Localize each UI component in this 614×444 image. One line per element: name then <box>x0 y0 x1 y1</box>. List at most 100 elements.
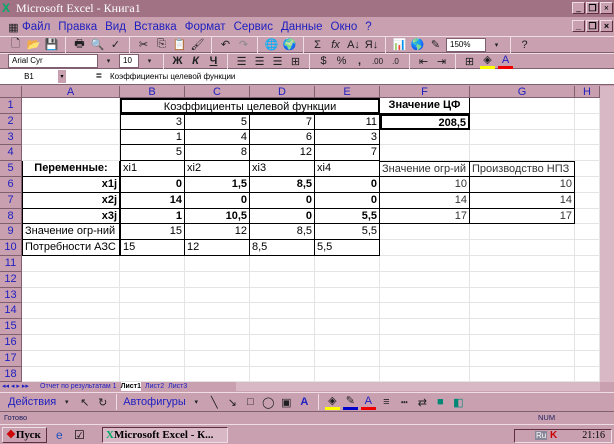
cell-C11[interactable] <box>185 256 250 272</box>
chevron-down-icon[interactable]: ▾ <box>101 54 116 69</box>
arrow-icon[interactable]: ↘ <box>225 395 240 410</box>
cell-F5[interactable]: Значение огр-ий <box>380 161 470 177</box>
italic-button[interactable]: К <box>188 54 203 69</box>
spelling-icon[interactable]: ✓ <box>108 37 123 52</box>
cell-A12[interactable] <box>22 271 120 288</box>
vertical-scrollbar[interactable] <box>600 86 614 382</box>
chevron-down-icon[interactable]: ▾ <box>59 395 74 410</box>
cell-H18[interactable] <box>575 366 600 382</box>
row-header-8[interactable]: 8 <box>0 208 22 225</box>
cell-F15[interactable] <box>380 319 470 335</box>
cell-C5[interactable]: xi2 <box>185 161 250 177</box>
cell-C12[interactable] <box>185 271 250 288</box>
cell-B7[interactable]: 14 <box>120 192 185 209</box>
dash-style-icon[interactable]: ┅ <box>397 395 412 410</box>
decrease-decimal-icon[interactable]: .0 <box>388 54 403 69</box>
cell-G13[interactable] <box>470 287 575 304</box>
function-icon[interactable]: fx <box>328 37 343 52</box>
cell-A10[interactable]: Потребности АЗС <box>22 240 120 256</box>
line-icon[interactable]: ╲ <box>207 395 222 410</box>
hyperlink-icon[interactable]: 🌐 <box>264 37 279 52</box>
cell-D4[interactable]: 12 <box>250 145 315 162</box>
row-header-14[interactable]: 14 <box>0 303 22 320</box>
close-button[interactable]: × <box>600 2 613 14</box>
cell-F16[interactable] <box>380 335 470 351</box>
font-color-icon[interactable]: A <box>360 395 376 410</box>
help-icon[interactable]: ? <box>517 37 532 52</box>
column-header-G[interactable]: G <box>470 86 575 98</box>
cell-G11[interactable] <box>470 256 575 272</box>
restore-button[interactable]: ❐ <box>586 2 599 14</box>
decrease-indent-icon[interactable]: ⇤ <box>416 54 431 69</box>
map-icon[interactable]: 🌎 <box>410 37 425 52</box>
cell-F11[interactable] <box>380 256 470 272</box>
cell-A17[interactable] <box>22 350 120 367</box>
chevron-down-icon[interactable]: ▾ <box>189 395 204 410</box>
cell-B14[interactable] <box>120 303 185 320</box>
cell-D5[interactable]: xi3 <box>250 161 315 177</box>
cell-F13[interactable] <box>380 287 470 304</box>
autosum-icon[interactable]: Σ <box>310 37 325 52</box>
borders-icon[interactable]: ⊞ <box>462 54 477 69</box>
cell-C18[interactable] <box>185 366 250 382</box>
cell-B4[interactable]: 5 <box>120 145 185 162</box>
minimize-button[interactable]: _ <box>572 2 585 14</box>
workbook-icon[interactable]: ▦ <box>6 20 21 35</box>
cell-G1[interactable] <box>470 98 575 114</box>
cell-G3[interactable] <box>470 129 575 146</box>
cell-F3[interactable] <box>380 129 470 146</box>
cell-F12[interactable] <box>380 271 470 288</box>
cell-E15[interactable] <box>315 319 380 335</box>
sheet-tab[interactable]: Лист2 <box>145 382 164 391</box>
cell-G10[interactable] <box>470 240 575 256</box>
column-header-D[interactable]: D <box>250 86 315 98</box>
cell-H13[interactable] <box>575 287 600 304</box>
cell-D8[interactable]: 0 <box>250 208 315 225</box>
wordart-icon[interactable]: A <box>297 395 312 410</box>
cell-D17[interactable] <box>250 350 315 367</box>
row-header-5[interactable]: 5 <box>0 161 22 177</box>
row-header-13[interactable]: 13 <box>0 287 22 304</box>
cell-F10[interactable] <box>380 240 470 256</box>
currency-icon[interactable]: $ <box>316 54 331 69</box>
cell-A13[interactable] <box>22 287 120 304</box>
cell-B9[interactable]: 15 <box>120 224 185 241</box>
cell-D18[interactable] <box>250 366 315 382</box>
cell-B16[interactable] <box>120 335 185 351</box>
cell-A9[interactable]: Значение огр-ний <box>22 224 120 241</box>
cell-E4[interactable]: 7 <box>315 145 380 162</box>
cell-H17[interactable] <box>575 350 600 367</box>
row-header-9[interactable]: 9 <box>0 224 22 241</box>
menu-item[interactable]: Сервис <box>234 21 273 33</box>
sort-desc-icon[interactable]: Я↓ <box>364 37 379 52</box>
cell-C3[interactable]: 4 <box>185 129 250 146</box>
spreadsheet-grid[interactable]: A B C D E F G H 1 Коэффициенты целевой функции Зна… <box>0 86 600 382</box>
row-header-15[interactable]: 15 <box>0 319 22 335</box>
horizontal-scrollbar[interactable] <box>236 382 600 391</box>
actions-menu[interactable]: Действия <box>8 396 56 408</box>
cell-C15[interactable] <box>185 319 250 335</box>
cell-A4[interactable] <box>22 145 120 162</box>
cell-A8[interactable]: x3j <box>22 208 120 225</box>
menu-item[interactable]: Окно <box>331 21 358 33</box>
sheet-tab[interactable]: Лист3 <box>168 382 187 391</box>
language-indicator[interactable]: Ru <box>535 431 548 440</box>
column-header-C[interactable]: C <box>185 86 250 98</box>
cell-G14[interactable] <box>470 303 575 320</box>
desktop-icon[interactable]: ☑ <box>74 428 85 442</box>
cell-E17[interactable] <box>315 350 380 367</box>
line-color-icon[interactable]: ✎ <box>342 395 358 410</box>
cell-G12[interactable] <box>470 271 575 288</box>
cell-H14[interactable] <box>575 303 600 320</box>
cell-G18[interactable] <box>470 366 575 382</box>
menu-item[interactable]: Формат <box>185 21 226 33</box>
cell-B18[interactable] <box>120 366 185 382</box>
row-header-2[interactable]: 2 <box>0 113 22 130</box>
increase-indent-icon[interactable]: ⇥ <box>434 54 449 69</box>
cell-C13[interactable] <box>185 287 250 304</box>
cell-C2[interactable]: 5 <box>185 113 250 130</box>
cell-H3[interactable] <box>575 129 600 146</box>
zoom-select[interactable]: 150% <box>446 37 486 52</box>
font-size-select[interactable]: 10 <box>119 54 139 68</box>
cell-E13[interactable] <box>315 287 380 304</box>
